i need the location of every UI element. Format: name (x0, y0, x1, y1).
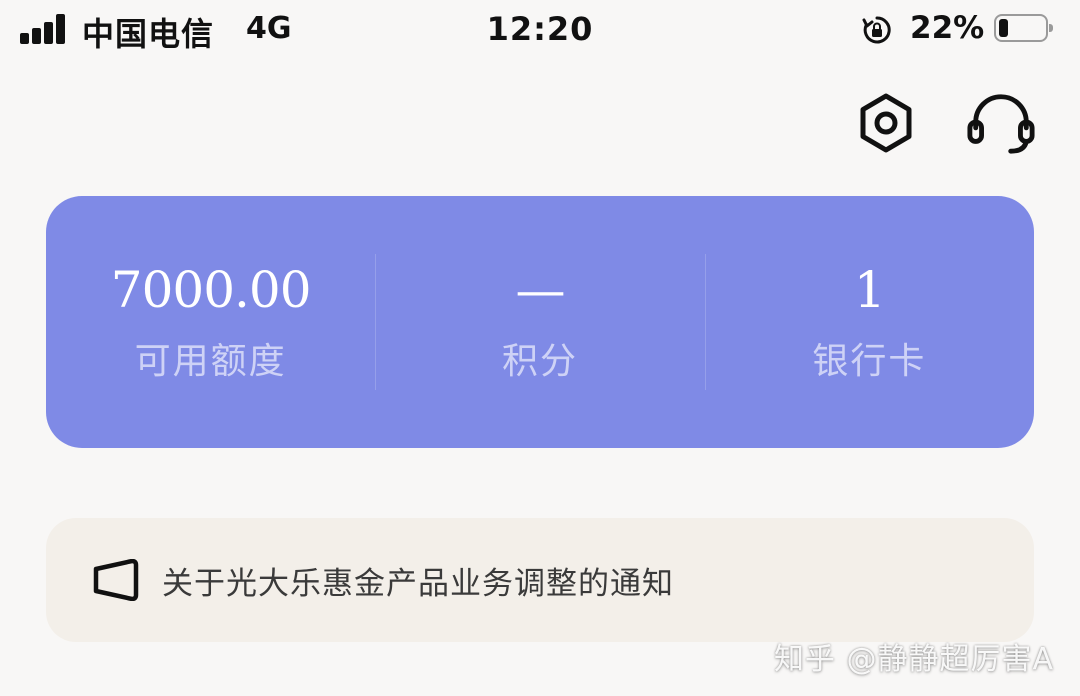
battery-icon (994, 14, 1053, 42)
notice-text: 关于光大乐惠金产品业务调整的通知 (162, 565, 674, 602)
megaphone-icon (92, 558, 142, 602)
bank-cards-value: 1 (853, 261, 886, 319)
battery-level-fill (999, 19, 1008, 37)
available-credit-label: 可用额度 (134, 341, 287, 382)
account-summary-card: 7000.00 可用额度 — 积分 1 银行卡 (46, 196, 1034, 448)
battery-percentage: 22% (910, 10, 985, 46)
points-value: — (515, 261, 565, 319)
settings-hexagon-icon (860, 93, 912, 153)
bank-cards-label: 银行卡 (812, 341, 927, 382)
settings-button[interactable] (851, 88, 921, 158)
customer-service-button[interactable] (966, 88, 1036, 158)
status-bar: 中国电信 4G 12:20 22% (0, 0, 1080, 62)
notice-bar[interactable]: 关于光大乐惠金产品业务调整的通知 (46, 518, 1034, 642)
watermark: 知乎 @静静超厉害A (773, 642, 1054, 677)
rotation-lock-icon (862, 16, 891, 44)
headset-icon (967, 94, 1035, 154)
points-label: 积分 (501, 341, 578, 382)
bank-cards-item[interactable]: 1 银行卡 (704, 196, 1034, 448)
available-credit-item[interactable]: 7000.00 可用额度 (46, 196, 375, 448)
available-credit-value: 7000.00 (110, 261, 312, 319)
points-item[interactable]: — 积分 (375, 196, 704, 448)
